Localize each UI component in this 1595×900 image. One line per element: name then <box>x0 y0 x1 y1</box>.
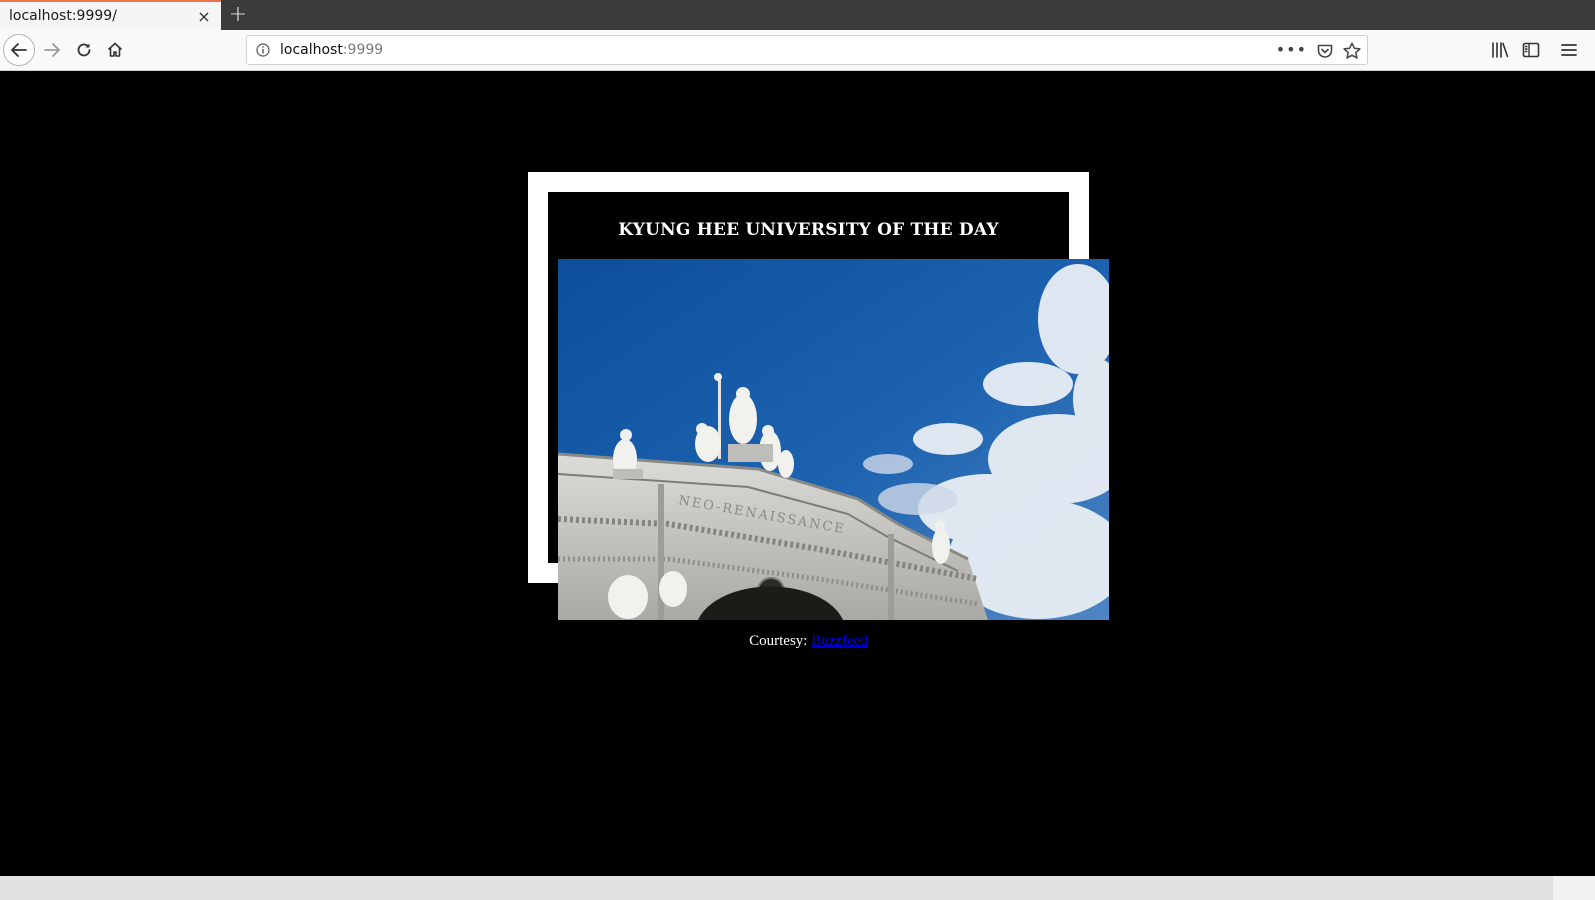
reload-icon <box>77 43 91 57</box>
web-page: KYUNG HEE UNIVERSITY OF THE DAY NEO-RENA… <box>0 71 1595 876</box>
pocket-icon[interactable] <box>1316 42 1334 60</box>
info-icon[interactable] <box>256 43 270 57</box>
bookmark-star-icon[interactable] <box>1342 41 1362 61</box>
menu-icon[interactable] <box>1559 40 1579 60</box>
buzzfeed-link[interactable]: Buzzfeed <box>811 633 868 649</box>
horizontal-scrollbar[interactable] <box>0 876 1595 900</box>
page-actions-icon[interactable]: ••• <box>1276 40 1307 59</box>
forward-arrow-icon <box>44 43 60 57</box>
url-port: :9999 <box>342 42 384 58</box>
url-bar[interactable]: localhost:9999 ••• <box>246 35 1368 65</box>
sidebar-icon[interactable] <box>1521 40 1541 60</box>
library-icon[interactable] <box>1490 40 1510 60</box>
courtesy-line: Courtesy: Buzzfeed <box>0 633 1595 650</box>
courtesy-label: Courtesy: <box>749 633 808 649</box>
tab-strip: localhost:9999/ × + <box>0 0 1595 30</box>
home-button[interactable] <box>99 34 131 66</box>
navigation-toolbar: localhost:9999 ••• <box>0 30 1595 71</box>
reload-button[interactable] <box>68 34 100 66</box>
scrollbar-corner <box>1553 876 1595 900</box>
back-arrow-icon <box>11 43 27 57</box>
university-photo: NEO-RENAISSANCE <box>558 259 1109 620</box>
tab-title: localhost:9999/ <box>9 8 117 24</box>
url-text[interactable]: localhost:9999 <box>280 42 383 58</box>
forward-button[interactable] <box>36 34 68 66</box>
url-host: localhost <box>280 42 343 58</box>
active-tab[interactable]: localhost:9999/ × <box>0 0 221 30</box>
close-tab-icon[interactable]: × <box>193 5 215 27</box>
back-button[interactable] <box>3 34 35 66</box>
new-tab-button[interactable]: + <box>226 2 250 27</box>
home-icon <box>107 42 123 57</box>
page-title: KYUNG HEE UNIVERSITY OF THE DAY <box>618 220 999 240</box>
